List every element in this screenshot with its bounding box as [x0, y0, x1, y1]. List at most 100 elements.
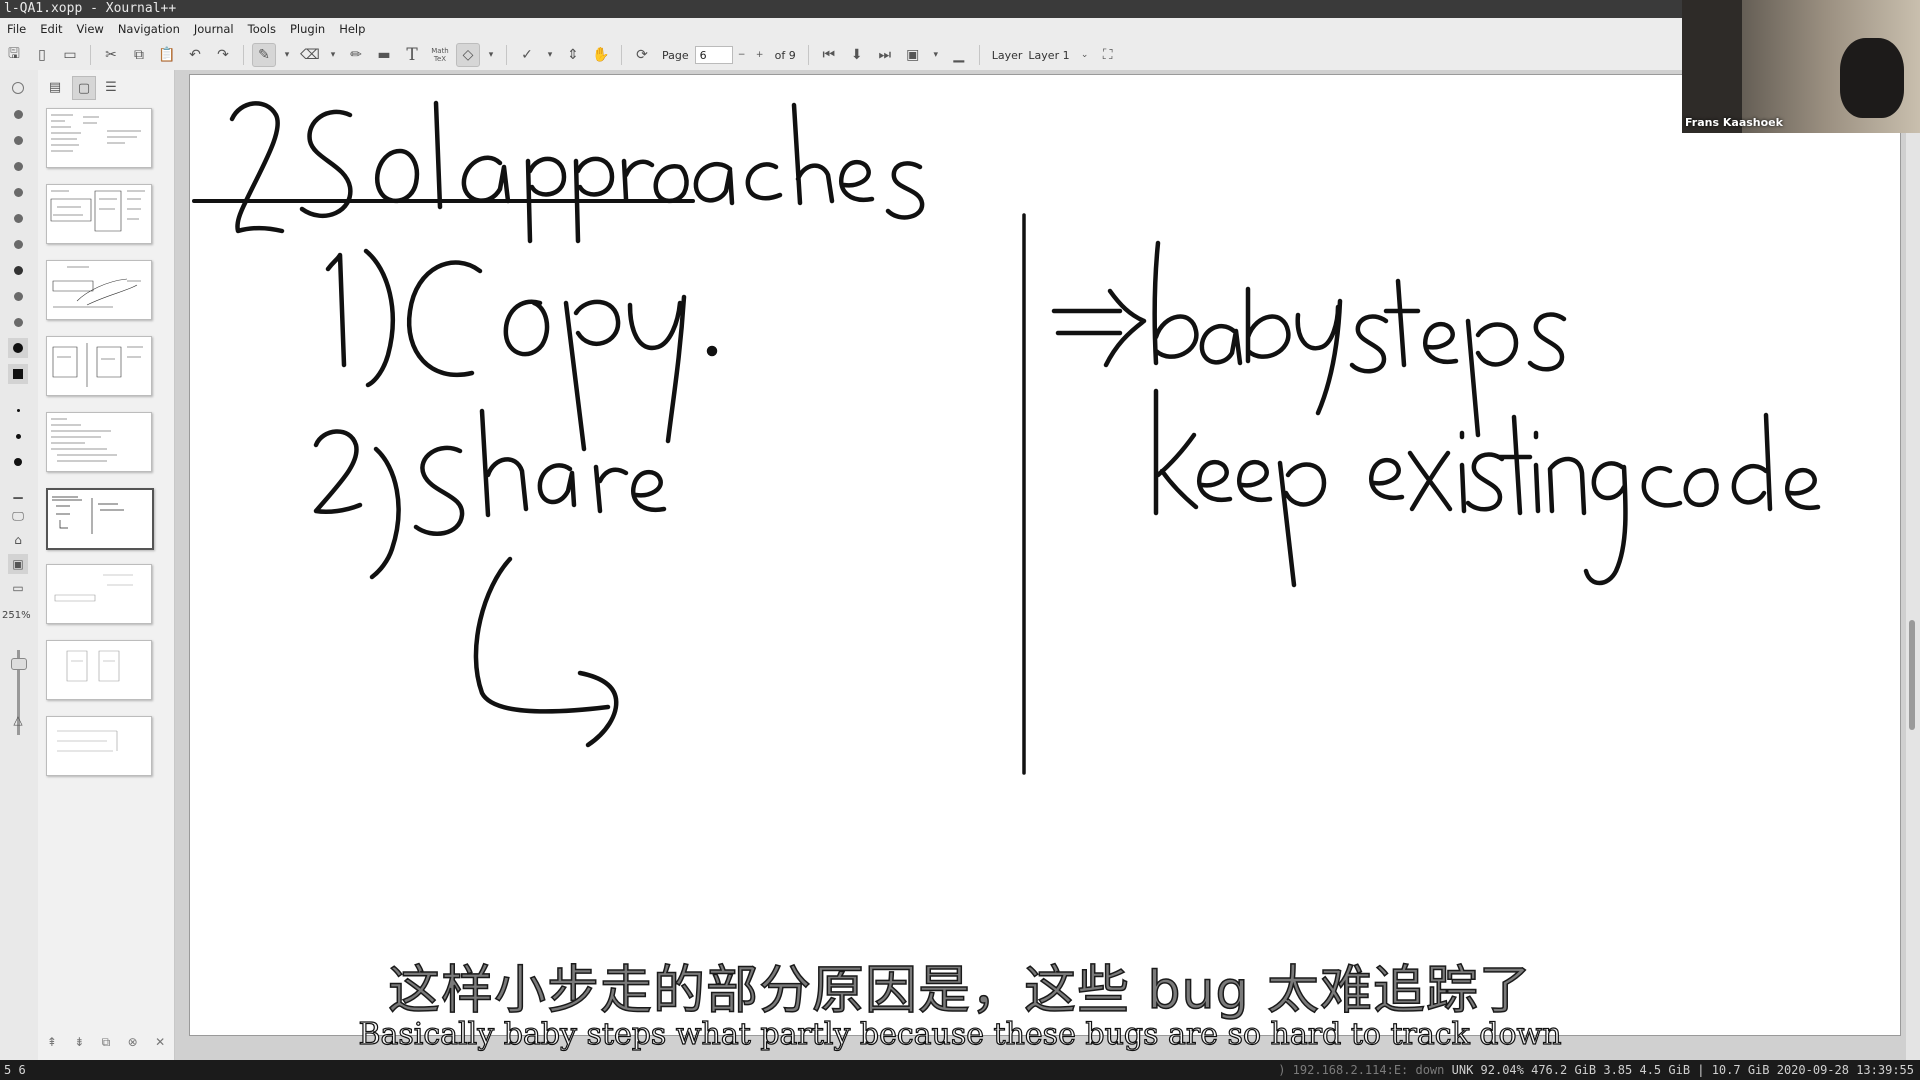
menu-plugin[interactable]: Plugin: [283, 22, 332, 36]
fullscreen-rotate-icon[interactable]: ⟳: [630, 43, 654, 67]
page-thumbnail-5[interactable]: [46, 412, 152, 472]
medium-size-icon[interactable]: [8, 426, 28, 446]
menu-edit[interactable]: Edit: [33, 22, 69, 36]
page-thumbnail-2[interactable]: [46, 184, 152, 244]
color-dot-4[interactable]: [8, 182, 28, 202]
resource-stats: UNK 92.04% 476.2 GiB 3.85 4.5 GiB | 10.7…: [1451, 1063, 1914, 1077]
text-icon[interactable]: T: [400, 43, 424, 67]
outline-view-icon[interactable]: ▤: [44, 76, 66, 98]
color-dot-5[interactable]: [8, 208, 28, 228]
vertical-scrollbar-thumb[interactable]: [1909, 620, 1915, 730]
eraser-icon[interactable]: ⌫: [298, 43, 322, 67]
network-status: ) 192.168.2.114:E: down: [1278, 1063, 1445, 1077]
menu-file[interactable]: File: [0, 22, 33, 36]
redo-icon[interactable]: ↷: [211, 43, 235, 67]
zoom-fit-icon[interactable]: ⌂: [8, 530, 28, 550]
next-page-icon[interactable]: ⏭: [873, 43, 897, 67]
zoom-in-icon[interactable]: △: [8, 710, 28, 730]
chevron-down-icon[interactable]: ▾: [326, 43, 340, 67]
color-dot-2[interactable]: [8, 130, 28, 150]
move-page-up-icon[interactable]: ⇞: [47, 1035, 57, 1049]
page-preview-view-icon[interactable]: ▢: [72, 76, 96, 100]
cut-icon[interactable]: ✂: [99, 43, 123, 67]
thin-size-icon[interactable]: [8, 400, 28, 420]
image-icon[interactable]: ▬: [372, 43, 396, 67]
insert-page-icon[interactable]: ▣: [901, 43, 925, 67]
menu-view[interactable]: View: [70, 22, 111, 36]
thick-size-icon[interactable]: [8, 452, 28, 472]
color-black-selected[interactable]: [8, 338, 28, 358]
first-page-icon[interactable]: ⏮: [817, 43, 841, 67]
chevron-down-icon[interactable]: ⌄: [1078, 43, 1092, 67]
page-thumbnail-3[interactable]: [46, 260, 152, 320]
vertical-space-icon[interactable]: ⇕: [561, 43, 585, 67]
move-page-down-icon[interactable]: ⇟: [74, 1035, 84, 1049]
menu-bar: File Edit View Navigation Journal Tools …: [0, 18, 1682, 41]
color-dot-1[interactable]: [8, 104, 28, 124]
color-dot-8[interactable]: [8, 286, 28, 306]
delete-page-icon[interactable]: ⊗: [128, 1035, 138, 1049]
open-icon[interactable]: ▭: [58, 43, 82, 67]
zoom-out-icon[interactable]: ▭: [8, 578, 28, 598]
vertical-scrollbar[interactable]: [1906, 70, 1920, 1060]
page-number-input[interactable]: 6: [694, 46, 733, 64]
main-toolbar: 🖫 ▯ ▭ ✂ ⧉ 📋 ↶ ↷ ✎ ▾ ⌫ ▾ ✏ ▬ T Math TeX ◇…: [0, 40, 1682, 71]
decrement-page-button[interactable]: −: [735, 43, 749, 67]
heading-ink: [229, 100, 925, 244]
fullscreen-icon[interactable]: ⛶: [1096, 43, 1120, 67]
increment-page-button[interactable]: +: [753, 43, 767, 67]
save-icon[interactable]: 🖫: [2, 43, 26, 67]
page-thumbnail-4[interactable]: [46, 336, 152, 396]
pdf-text-select-icon[interactable]: ▁: [8, 482, 28, 502]
chevron-down-icon[interactable]: ▾: [929, 43, 943, 67]
color-dot-3[interactable]: [8, 156, 28, 176]
color-dot-6[interactable]: [8, 234, 28, 254]
close-icon[interactable]: ✕: [155, 1035, 165, 1049]
page-thumbnail-8[interactable]: [46, 640, 152, 700]
chevron-down-icon[interactable]: ▾: [280, 43, 294, 67]
menu-help[interactable]: Help: [332, 22, 372, 36]
paste-icon[interactable]: 📋: [155, 43, 179, 67]
zoom-level: 251%: [2, 610, 31, 621]
chevron-down-icon[interactable]: ▾: [543, 43, 557, 67]
page-thumbnail-1[interactable]: [46, 108, 152, 168]
page-thumbnail-7[interactable]: [46, 564, 152, 624]
color-dot-7[interactable]: [8, 260, 28, 280]
new-page-icon[interactable]: ▯: [30, 43, 54, 67]
sidebar-actions: ⇞ ⇟ ⧉ ⊗ ✕: [38, 1030, 174, 1054]
select-icon[interactable]: ✓: [515, 43, 539, 67]
shape-recognizer-icon[interactable]: ◇: [456, 43, 480, 67]
layer-select[interactable]: Layer 1: [1028, 49, 1069, 62]
hand-icon[interactable]: ✋: [589, 43, 613, 67]
workspace-indicator[interactable]: 5 6: [4, 1060, 26, 1080]
menu-navigation[interactable]: Navigation: [111, 22, 187, 36]
highlighter-icon[interactable]: ✏: [344, 43, 368, 67]
webcam-bookshelf: [1682, 0, 1742, 133]
note-page[interactable]: [189, 74, 1901, 1036]
toolbar-separator: [506, 45, 507, 65]
circle-outline-icon[interactable]: [8, 78, 28, 98]
fill-square-icon[interactable]: [8, 364, 28, 384]
copy-page-icon[interactable]: ⧉: [102, 1035, 111, 1050]
layer-view-icon[interactable]: ☰: [100, 76, 122, 98]
page-thumbnail-9[interactable]: [46, 716, 152, 776]
menu-tools[interactable]: Tools: [241, 22, 283, 36]
window-title-bar: l-QA1.xopp - Xournal++: [0, 0, 1920, 18]
participant-name: Frans Kaashoek: [1685, 116, 1783, 129]
delete-page-icon[interactable]: ▁: [947, 43, 971, 67]
presentation-icon[interactable]: 🖵: [8, 506, 28, 526]
math-tex-button[interactable]: Math TeX: [428, 43, 452, 67]
pen-icon[interactable]: ✎: [252, 43, 276, 67]
zoom-100-icon[interactable]: ▣: [8, 554, 28, 574]
participant-video: [1840, 38, 1904, 118]
copy-icon[interactable]: ⧉: [127, 43, 151, 67]
zoom-slider-handle[interactable]: [11, 658, 27, 670]
page-total-label: of 9: [774, 48, 796, 62]
previous-annotated-page-icon[interactable]: ⬇: [845, 43, 869, 67]
page-thumbnail-6[interactable]: [46, 488, 154, 550]
color-dot-9[interactable]: [8, 312, 28, 332]
chevron-down-icon[interactable]: ▾: [484, 43, 498, 67]
undo-icon[interactable]: ↶: [183, 43, 207, 67]
video-call-tile: Frans Kaashoek: [1682, 0, 1920, 133]
menu-journal[interactable]: Journal: [187, 22, 241, 36]
